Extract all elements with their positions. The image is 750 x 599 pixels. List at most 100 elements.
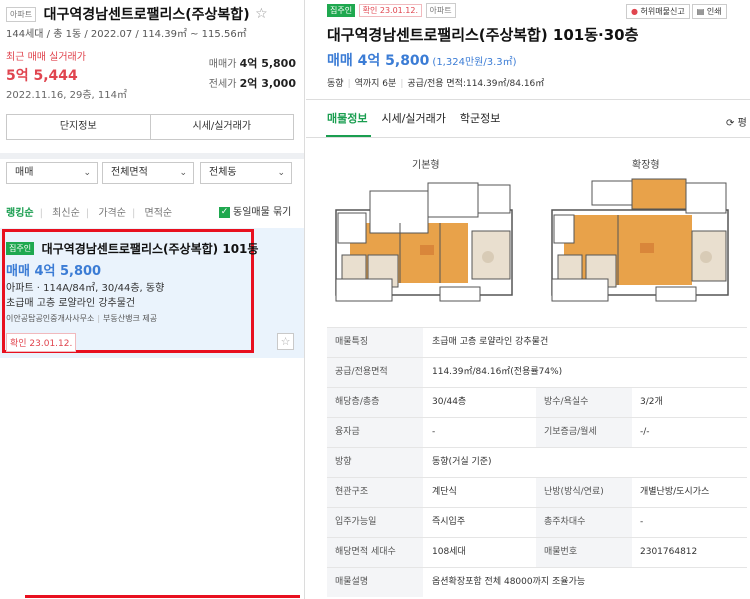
price-history-button[interactable]: 시세/실거래가 — [149, 115, 294, 139]
floorplan-extended-image[interactable] — [546, 175, 736, 310]
recent-trade-label: 최근 매매 실거래가 — [6, 52, 86, 63]
floorplan-basic-image[interactable] — [330, 175, 520, 310]
complex-header: 아파트 대구역경남센트로팰리스(주상복합) ☆ — [6, 4, 268, 24]
floorplan-ext-label: 확장형 — [632, 160, 660, 171]
tab-divider — [306, 137, 750, 138]
owner-badge: 집주인 — [6, 242, 35, 255]
row-value: 초급매 고층 로얄라인 강추물건 — [432, 337, 549, 347]
table-row: 현관구조 계단식 난방(방식/연료) 개별난방/도시가스 — [327, 477, 747, 507]
detail-badges: 집주인 확인 23.01.12. 아파트 — [327, 3, 456, 18]
area-info: 공급/전용 면적:114.39㎡/84.16㎡ — [407, 79, 545, 89]
row-value: 옵션확장포함 전체 48000까지 조율가능 — [432, 577, 586, 587]
row-key: 난방(방식/연료) — [536, 478, 632, 507]
chevron-down-icon: ⌄ — [83, 168, 91, 178]
row-value: 2301764812 — [640, 547, 698, 557]
sort-ranking[interactable]: 랭킹순 — [6, 208, 34, 219]
jeonse-price-row: 전세가 2억 3,000 — [196, 75, 296, 91]
row-value: 동향(거실 기준) — [432, 457, 492, 467]
confirm-date-badge: 확인 23.01.12. — [358, 4, 423, 17]
row-value: 108세대 — [432, 547, 466, 557]
complex-info-button[interactable]: 단지정보 — [7, 115, 150, 139]
row-key: 매물설명 — [327, 568, 423, 597]
row-key: 현관구조 — [327, 478, 423, 507]
sale-price-label: 매매가 — [208, 59, 237, 70]
recent-trade-date: 2022.11.16, 29층, 114㎡ — [6, 90, 127, 101]
favorite-star-icon[interactable]: ☆ — [277, 333, 294, 350]
tab-school-info[interactable]: 학군정보 — [460, 112, 500, 125]
detail-panel: 집주인 확인 23.01.12. 아파트 ● 허위매물신고 ▤ 인쇄 대구역경남센… — [306, 0, 750, 599]
type-tag: 아파트 — [425, 3, 456, 18]
row-value: 즉시입주 — [432, 517, 466, 527]
row-key: 공급/전용면적 — [327, 358, 423, 387]
listing-spec: 아파트 · 114A/84㎡, 30/44층, 동향 — [6, 283, 165, 294]
jeonse-price-value: 2억 3,000 — [239, 77, 296, 90]
chevron-down-icon: ⌄ — [179, 168, 187, 178]
divider — [306, 99, 750, 100]
report-button[interactable]: ● 허위매물신고 — [626, 4, 690, 19]
row-key: 해당층/총층 — [327, 388, 423, 417]
building-select[interactable]: 전체동 ⌄ — [200, 162, 292, 184]
area-select[interactable]: 전체면적 ⌄ — [102, 162, 194, 184]
detail-price: 매매 4억 5,800 (1,324만원/3.3㎡) — [327, 50, 517, 70]
table-row: 융자금 - 기보증금/월세 -/- — [327, 417, 747, 447]
detail-title: 대구역경남센트로팰리스(주상복합) 101동·30층 — [327, 26, 639, 44]
sale-price-row: 매매가 4억 5,800 — [196, 55, 296, 71]
refresh-icon: ⟳ — [726, 118, 735, 129]
table-row: 공급/전용면적 114.39㎡/84.16㎡(전용률74%) — [327, 357, 747, 387]
report-label: 허위매물신고 — [640, 7, 685, 16]
detail-tabs: 매물정보 시세/실거래가 학군정보 — [327, 110, 514, 126]
row-value: -/- — [640, 427, 650, 437]
same-listing-toggle[interactable]: ✓ 동일매물 묶기 — [219, 203, 291, 218]
row-value: 114.39㎡/84.16㎡(전용률74%) — [432, 367, 563, 377]
agent-name: 이안공탑공인중개사사무소 — [6, 314, 95, 323]
print-button[interactable]: ▤ 인쇄 — [691, 4, 727, 19]
complex-buttons: 단지정보 시세/실거래가 — [6, 114, 294, 140]
agent-provider: 부동산뱅크 제공 — [103, 314, 158, 323]
table-row: 해당층/총층 30/44층 방수/욕실수 3/2개 — [327, 387, 747, 417]
sort-latest[interactable]: 최신순 — [52, 208, 80, 219]
row-key: 총주차대수 — [536, 508, 632, 537]
unit-toggle-label: 평 — [737, 118, 747, 129]
listing-title-row: 집주인 대구역경남센트로팰리스(주상복합) 101동 — [6, 240, 258, 257]
listing-description: 초급매 고층 로얄라인 강추물건 — [6, 298, 136, 309]
sort-price[interactable]: 가격순 — [98, 208, 126, 219]
listing-title[interactable]: 대구역경남센트로팰리스(주상복합) 101동 — [42, 242, 259, 256]
sort-options: 랭킹순 | 최신순 | 가격순 | 면적순 — [6, 208, 173, 219]
checkbox-checked-icon[interactable]: ✓ — [219, 206, 230, 218]
trade-type-value: 매매 — [15, 167, 34, 178]
confirm-date-badge: 확인 23.01.12. — [6, 333, 77, 352]
row-value: 계단식 — [432, 487, 457, 497]
row-value: 30/44층 — [432, 397, 467, 407]
unit-toggle[interactable]: ⟳ 평 — [726, 114, 747, 129]
price-per-pyeong: (1,324만원/3.3㎡) — [432, 57, 517, 68]
listing-panel: 아파트 대구역경남센트로팰리스(주상복합) ☆ 144세대 / 총 1동 / 2… — [0, 0, 305, 599]
tab-listing-info[interactable]: 매물정보 — [327, 112, 367, 125]
detail-actions: ● 허위매물신고 ▤ 인쇄 — [624, 4, 727, 19]
siren-icon: ● — [631, 7, 638, 16]
jeonse-price-label: 전세가 — [208, 79, 237, 90]
row-value: - — [640, 517, 644, 527]
highlight-underline — [25, 595, 300, 598]
tab-price-history[interactable]: 시세/실거래가 — [381, 112, 445, 125]
recent-trade-price: 5억 5,444 — [6, 68, 78, 84]
direction-info: 동향 — [327, 79, 344, 89]
floorplan-basic-label: 기본형 — [412, 160, 440, 171]
table-row: 입주가능일 즉시입주 총주차대수 - — [327, 507, 747, 537]
type-tag: 아파트 — [6, 6, 37, 22]
star-icon[interactable]: ☆ — [255, 6, 268, 22]
listing-agent: 이안공탑공인중개사사무소 | 부동산뱅크 제공 — [6, 314, 158, 323]
building-value: 전체동 — [209, 167, 237, 178]
row-key: 매물특징 — [327, 328, 423, 357]
print-icon: ▤ — [696, 7, 705, 16]
row-key: 융자금 — [327, 418, 423, 447]
area-value: 전체면적 — [111, 167, 148, 178]
trade-type-select[interactable]: 매매 ⌄ — [6, 162, 98, 184]
table-row: 해당면적 세대수 108세대 매물번호 2301764812 — [327, 537, 747, 567]
complex-title[interactable]: 대구역경남센트로팰리스(주상복합) — [44, 7, 250, 23]
row-key: 방수/욕실수 — [536, 388, 632, 417]
same-listing-label: 동일매물 묶기 — [233, 207, 292, 218]
section-divider — [0, 153, 304, 159]
station-info: 역까지 6분 — [354, 79, 397, 89]
sort-area[interactable]: 면적순 — [145, 208, 173, 219]
row-key: 입주가능일 — [327, 508, 423, 537]
